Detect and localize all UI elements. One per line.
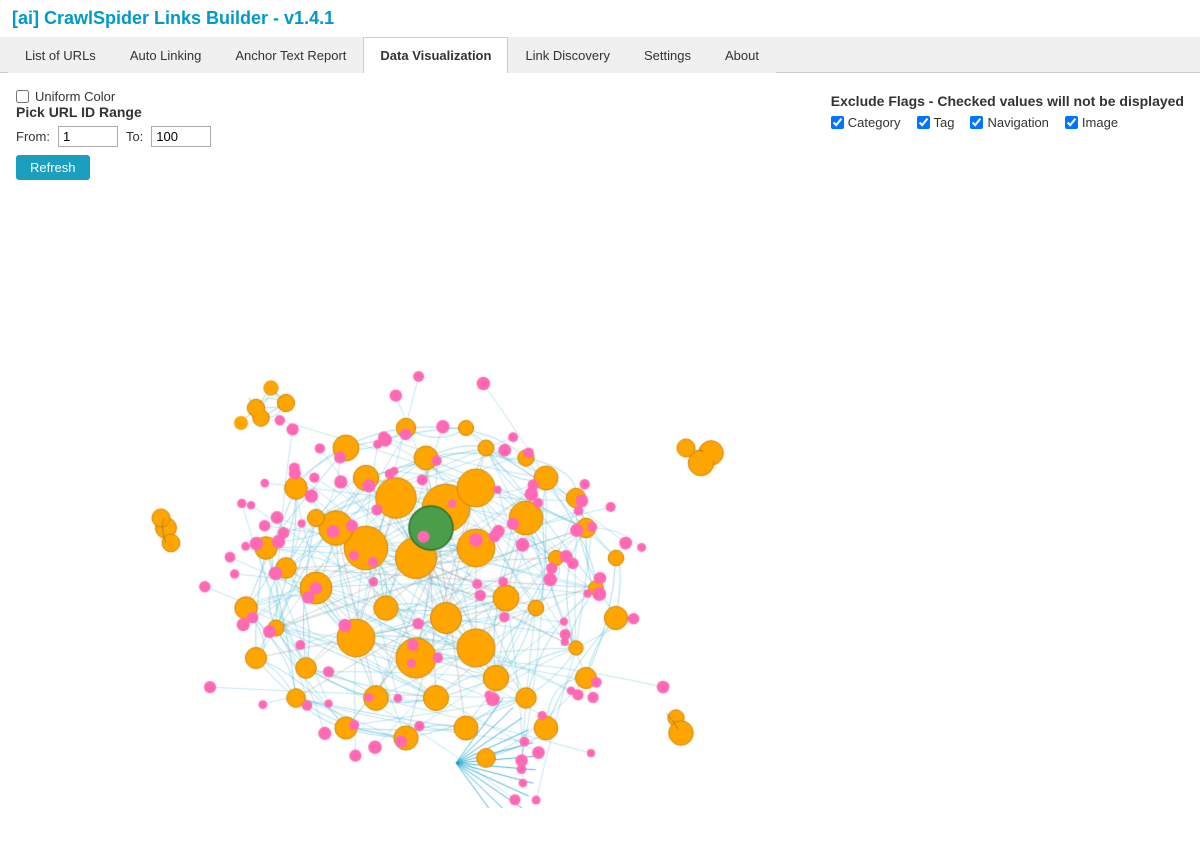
flag-tag-checkbox[interactable] [917,116,930,129]
flag-navigation: Navigation [970,115,1048,130]
content-area: Uniform Color Pick URL ID Range From: To… [0,73,1200,844]
to-label: To: [126,129,143,144]
tab-settings[interactable]: Settings [627,37,708,73]
visualization-area [16,188,1184,828]
from-input[interactable] [58,126,118,147]
url-range-inputs: From: To: [16,126,211,147]
uniform-color-checkbox[interactable] [16,90,29,103]
flag-navigation-label: Navigation [987,115,1048,130]
flag-navigation-checkbox[interactable] [970,116,983,129]
right-controls: Exclude Flags - Checked values will not … [831,89,1184,130]
app-title: [ai] CrawlSpider Links Builder - v1.4.1 [0,0,1200,37]
flag-tag-label: Tag [934,115,955,130]
tab-auto-linking[interactable]: Auto Linking [113,37,219,73]
flag-category-checkbox[interactable] [831,116,844,129]
exclude-flags-title: Exclude Flags - Checked values will not … [831,93,1184,109]
tab-data-visualization[interactable]: Data Visualization [363,37,508,73]
tab-anchor-text-report[interactable]: Anchor Text Report [218,37,363,73]
flag-category-label: Category [848,115,901,130]
flag-tag: Tag [917,115,955,130]
refresh-button[interactable]: Refresh [16,155,90,180]
controls-row: Uniform Color Pick URL ID Range From: To… [16,89,1184,180]
flag-image: Image [1065,115,1118,130]
flag-image-label: Image [1082,115,1118,130]
tab-bar: List of URLs Auto Linking Anchor Text Re… [0,37,1200,73]
from-label: From: [16,129,50,144]
url-range-label: Pick URL ID Range [16,104,211,120]
tab-link-discovery[interactable]: Link Discovery [508,37,627,73]
tab-about[interactable]: About [708,37,776,73]
left-controls: Uniform Color Pick URL ID Range From: To… [16,89,211,180]
graph-canvas [16,188,1176,808]
to-input[interactable] [151,126,211,147]
uniform-color-label: Uniform Color [35,89,115,104]
url-range-section: Pick URL ID Range From: To: [16,104,211,147]
flag-image-checkbox[interactable] [1065,116,1078,129]
flag-category: Category [831,115,901,130]
uniform-color-row: Uniform Color [16,89,211,104]
tab-list-of-urls[interactable]: List of URLs [8,37,113,73]
exclude-flags-list: Category Tag Navigation Image [831,115,1184,130]
